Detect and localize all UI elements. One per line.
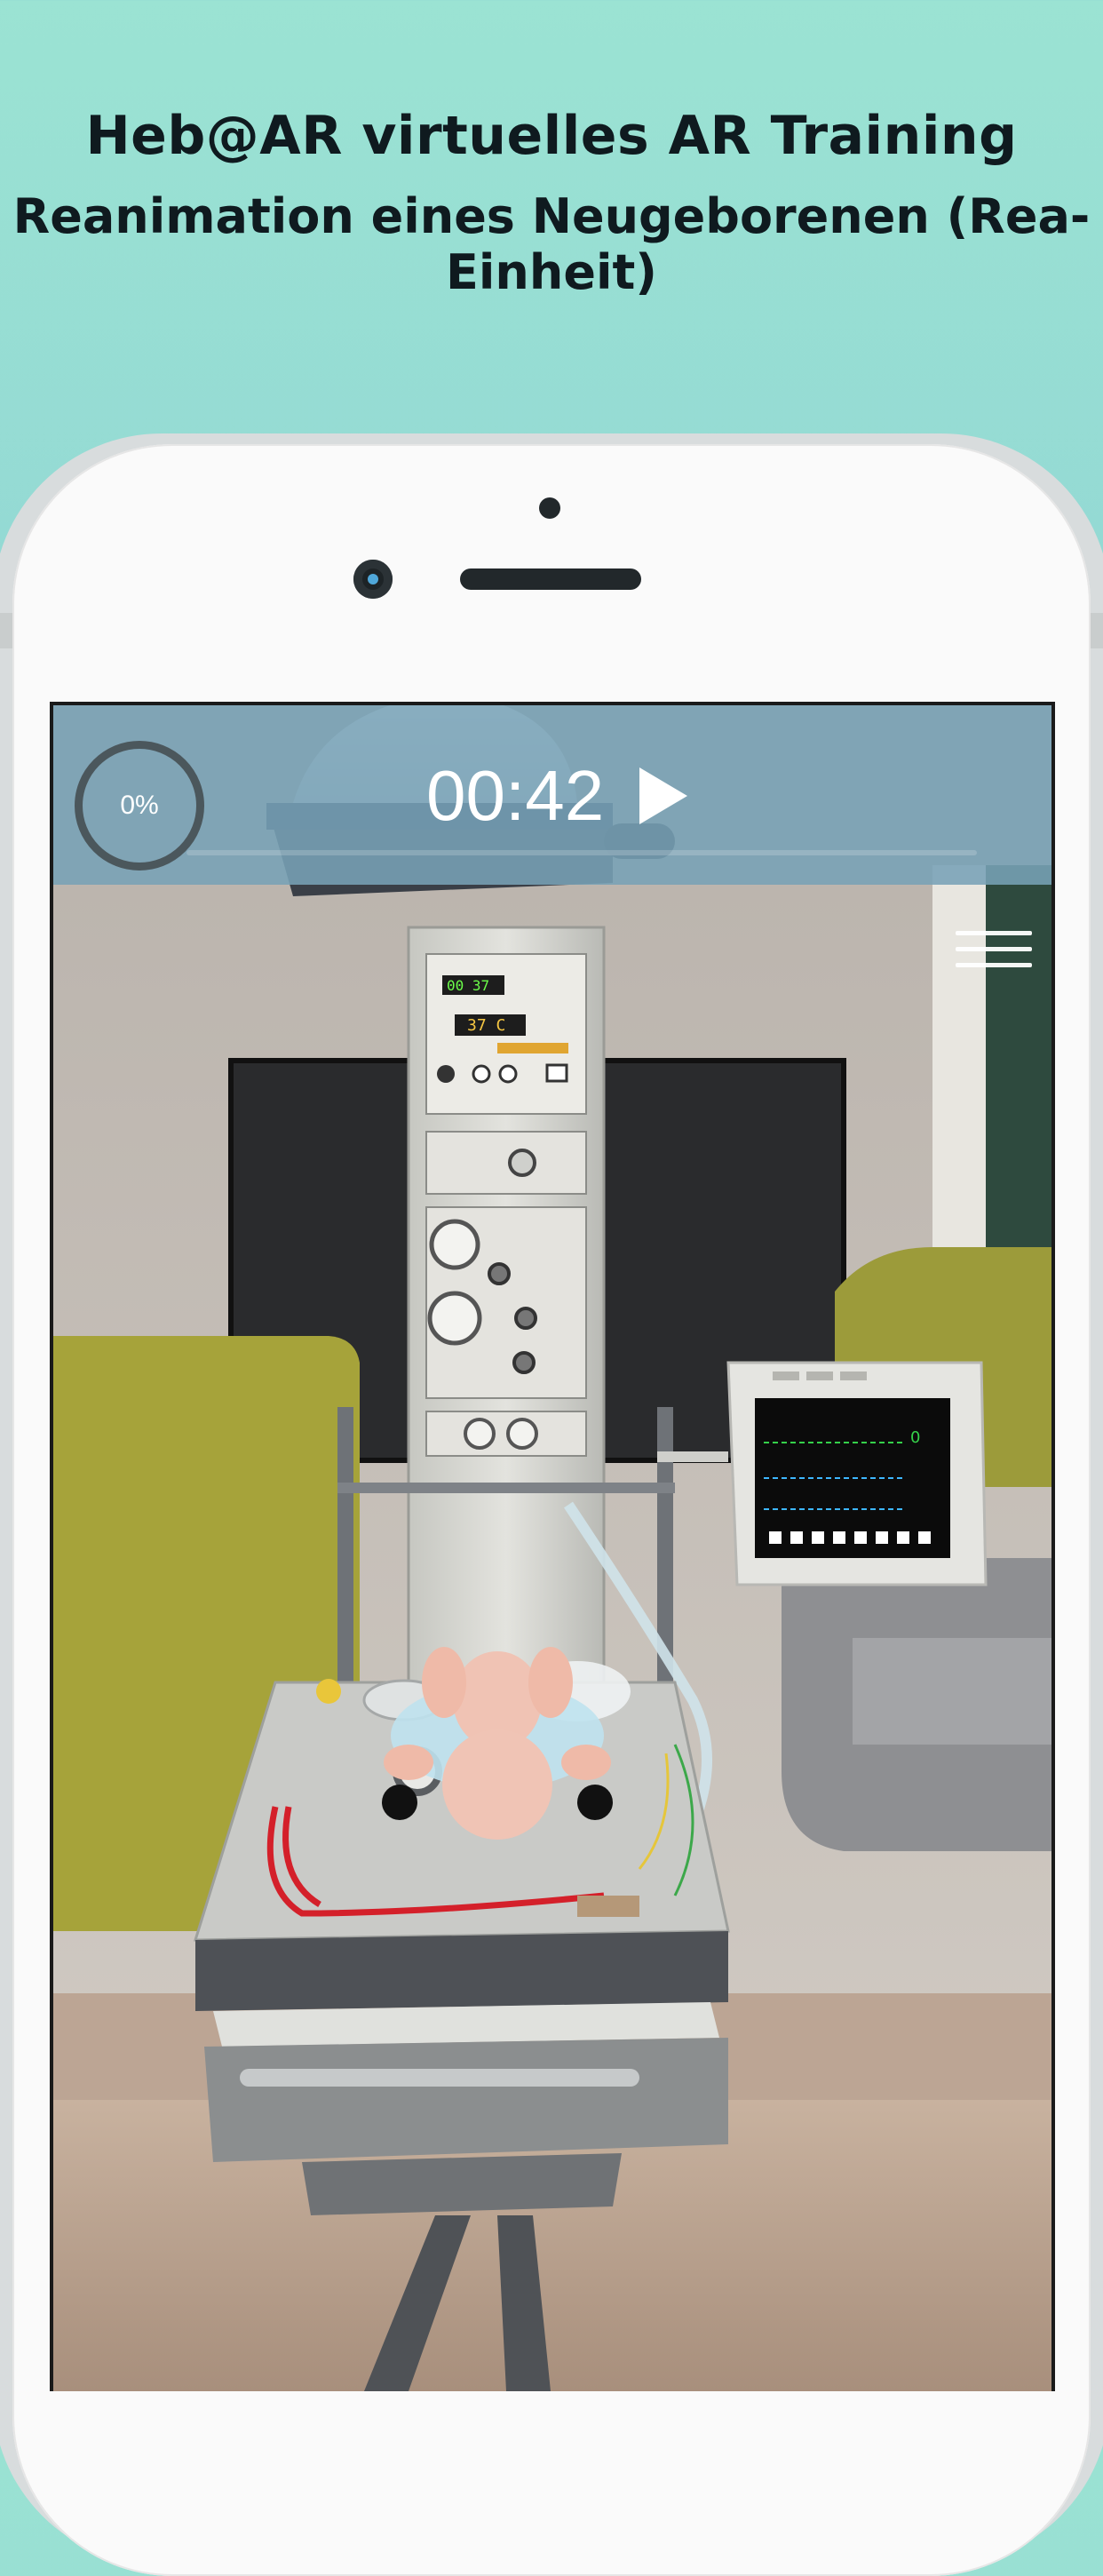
- incubator-display-2: 37 C: [467, 1016, 505, 1035]
- elapsed-timer: 00:42: [426, 756, 605, 835]
- app-title: Heb@AR virtuelles AR Training: [85, 105, 1018, 167]
- earpiece-speaker: [460, 568, 641, 590]
- gauge-2: [427, 1291, 482, 1346]
- monitor-value: 0: [910, 1428, 920, 1447]
- ar-scene[interactable]: 00 37 37 C 0: [53, 705, 1051, 2391]
- gauge-1: [429, 1219, 480, 1270]
- timeline-track: [186, 850, 977, 855]
- progress-ring: 0%: [75, 741, 204, 871]
- progress-label: 0%: [120, 791, 159, 820]
- incubator-display-1: 00 37: [447, 977, 489, 994]
- app-screen: 00 37 37 C 0 0% 00:42: [50, 702, 1055, 2391]
- app-subtitle: Reanimation eines Neugeborenen (Rea-Einh…: [12, 188, 1091, 300]
- phone-side-button: [0, 613, 12, 648]
- front-camera-icon: [353, 560, 393, 599]
- hamburger-menu-icon[interactable]: [956, 931, 1032, 988]
- hud-bar: 0% 00:42: [53, 705, 1051, 885]
- phone-side-button: [1091, 613, 1103, 648]
- proximity-sensor: [539, 497, 560, 519]
- play-icon[interactable]: [639, 767, 687, 824]
